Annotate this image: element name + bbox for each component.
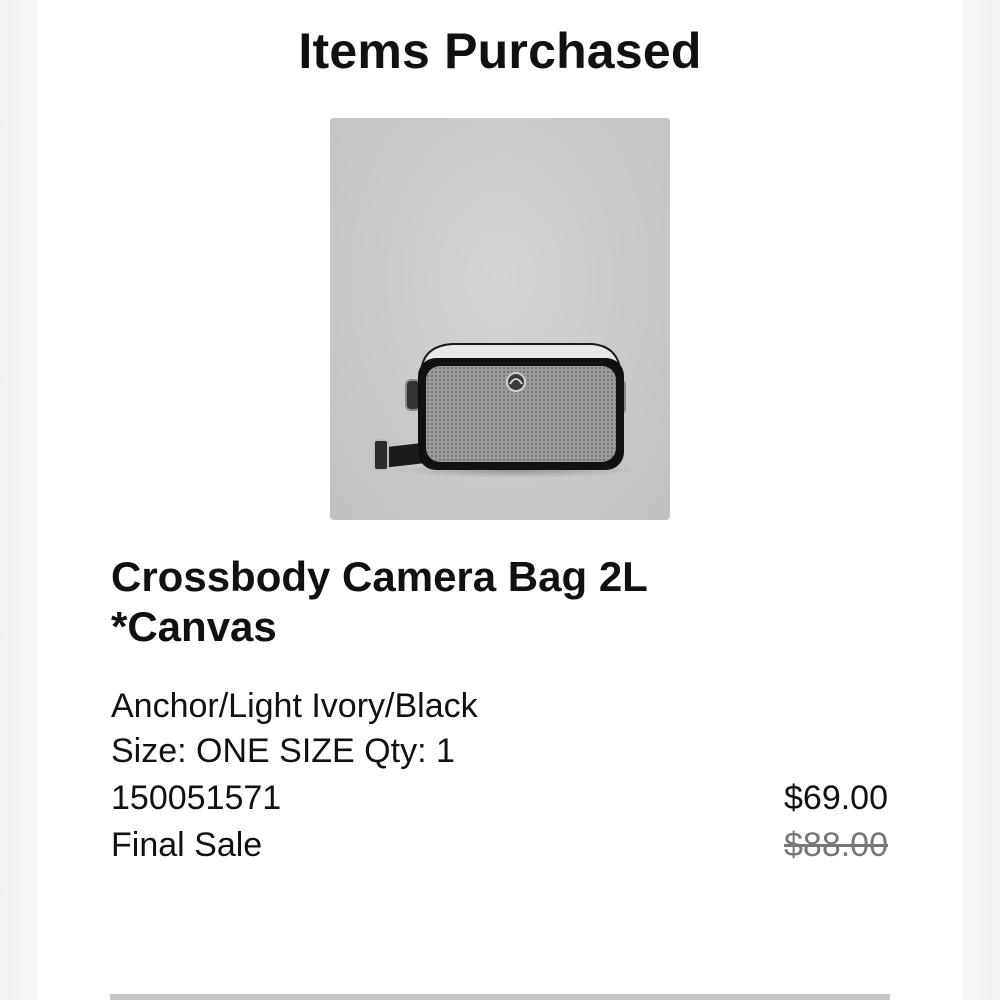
final-sale-label: Final Sale: [111, 826, 263, 864]
page-margin-right: [962, 0, 1000, 1000]
crossbody-bag-illustration: [373, 343, 635, 478]
section-title: Items Purchased: [298, 23, 702, 79]
product-color: Anchor/Light Ivory/Black: [111, 687, 478, 725]
product-name-line-2: *Canvas: [111, 603, 277, 650]
page-margin-left: [0, 0, 38, 1000]
order-card: Items Purchased Crossbody Camera Bag 2L …: [38, 0, 962, 1000]
sale-price: $69.00: [784, 779, 888, 817]
product-name[interactable]: Crossbody Camera Bag 2L *Canvas: [111, 552, 871, 652]
product-name-line-1: Crossbody Camera Bag 2L: [111, 553, 648, 600]
original-price: $88.00: [784, 826, 888, 864]
product-size-quantity: Size: ONE SIZE Qty: 1: [111, 732, 455, 770]
product-image[interactable]: [330, 118, 670, 520]
section-divider: [110, 994, 890, 1000]
product-sku: 150051571: [111, 779, 282, 817]
